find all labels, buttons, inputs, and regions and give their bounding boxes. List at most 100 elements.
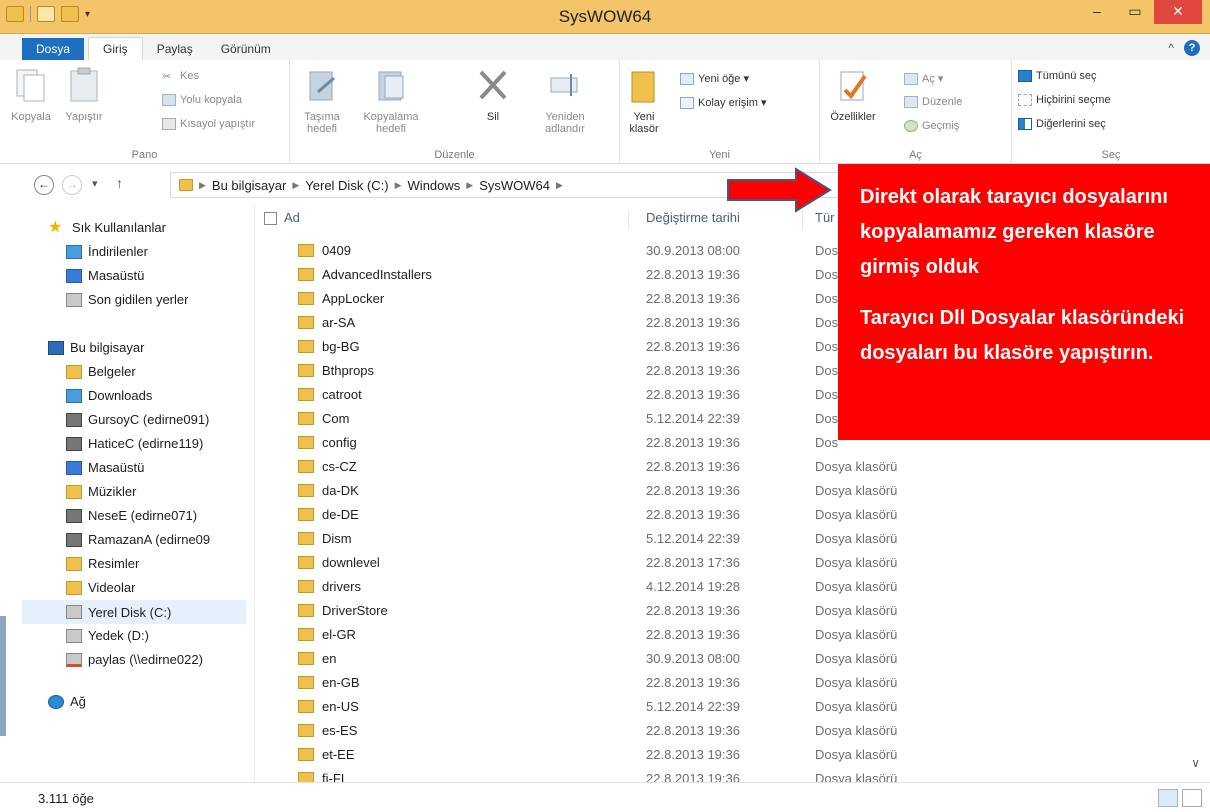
breadcrumb-item[interactable]: Bu bilgisayar: [212, 178, 286, 193]
file-date: 22.8.2013 19:36: [646, 315, 740, 330]
nav-item-music[interactable]: Müzikler: [66, 484, 136, 499]
nav-item-share-drive[interactable]: paylas (\\edirne022): [66, 652, 203, 667]
nav-network[interactable]: Ağ: [48, 694, 86, 709]
nav-item-downloads[interactable]: İndirilenler: [66, 244, 148, 259]
collapse-ribbon-icon[interactable]: ^: [1168, 41, 1174, 55]
navigation-pane: ★ Sık Kullanılanlar İndirilenler Masaüstü…: [0, 204, 255, 782]
easy-access-button[interactable]: Kolay erişim ▾: [680, 96, 766, 109]
table-row[interactable]: et-EE 22.8.2013 19:36 Dosya klasörü: [256, 744, 1210, 767]
forward-button[interactable]: →: [62, 175, 82, 195]
breadcrumb-item[interactable]: Yerel Disk (C:): [305, 178, 388, 193]
table-row[interactable]: en-US 5.12.2014 22:39 Dosya klasörü: [256, 696, 1210, 719]
file-name: AdvancedInstallers: [322, 267, 432, 282]
folder-icon: [298, 532, 314, 545]
file-name: es-ES: [322, 723, 358, 738]
select-all-checkbox[interactable]: [264, 212, 277, 225]
history-button[interactable]: Geçmiş: [904, 120, 959, 132]
cut-button[interactable]: ✂ Kes: [162, 70, 199, 83]
table-row[interactable]: cs-CZ 22.8.2013 19:36 Dosya klasörü: [256, 456, 1210, 479]
copy-button[interactable]: Kopyala: [6, 66, 56, 123]
file-type: Dos: [815, 291, 839, 306]
tab-file[interactable]: Dosya: [22, 38, 85, 60]
table-row[interactable]: de-DE 22.8.2013 19:36 Dosya klasörü: [256, 504, 1210, 527]
tab-view[interactable]: Görünüm: [207, 38, 285, 60]
file-date: 22.8.2013 19:36: [646, 435, 740, 450]
breadcrumb-item[interactable]: Windows: [408, 178, 461, 193]
column-header-name[interactable]: Ad: [284, 210, 300, 225]
invert-selection-button[interactable]: Diğerlerini seç: [1018, 118, 1106, 130]
move-to-button[interactable]: Taşıma hedefi: [294, 66, 350, 135]
minimize-button[interactable]: –: [1078, 0, 1116, 24]
recent-places-icon: [66, 292, 82, 307]
help-icon[interactable]: ?: [1184, 40, 1200, 56]
large-icons-view-icon[interactable]: [1182, 789, 1202, 807]
table-row[interactable]: el-GR 22.8.2013 19:36 Dosya klasörü: [256, 624, 1210, 647]
scroll-down-icon[interactable]: ∨: [1191, 756, 1200, 770]
close-button[interactable]: ✕: [1154, 0, 1202, 24]
file-name: de-DE: [322, 507, 359, 522]
copy-path-button[interactable]: Yolu kopyala: [162, 94, 242, 106]
copy-to-button[interactable]: Kopyalama hedefi: [360, 66, 422, 135]
table-row[interactable]: es-ES 22.8.2013 19:36 Dosya klasörü: [256, 720, 1210, 743]
nav-item-videos[interactable]: Videolar: [66, 580, 135, 595]
tab-home[interactable]: Giriş: [88, 37, 143, 60]
recent-locations-icon[interactable]: ▾: [92, 177, 98, 190]
group-label-clipboard: Pano: [131, 149, 158, 161]
properties-button[interactable]: Özellikler: [824, 66, 882, 123]
group-label-organize: Düzenle: [434, 149, 475, 161]
details-view-icon[interactable]: [1158, 789, 1178, 807]
file-name: cs-CZ: [322, 459, 357, 474]
edit-icon: [904, 96, 918, 108]
nav-item-documents[interactable]: Belgeler: [66, 364, 136, 379]
nav-item-desktop-pc[interactable]: Masaüstü: [66, 460, 144, 475]
delete-button[interactable]: Sil: [470, 66, 516, 123]
nav-item-network-drive[interactable]: HaticeC (edirne119): [66, 436, 203, 451]
column-divider[interactable]: [628, 210, 629, 230]
table-row[interactable]: Dism 5.12.2014 22:39 Dosya klasörü: [256, 528, 1210, 551]
paste-shortcut-button[interactable]: Kısayol yapıştır: [162, 118, 255, 130]
table-row[interactable]: downlevel 22.8.2013 17:36 Dosya klasörü: [256, 552, 1210, 575]
file-date: 4.12.2014 19:28: [646, 579, 740, 594]
hard-drive-icon: [66, 628, 82, 643]
network-drive-icon: [66, 412, 82, 427]
nav-item-recent[interactable]: Son gidilen yerler: [66, 292, 188, 307]
tab-share[interactable]: Paylaş: [143, 38, 207, 60]
table-row[interactable]: da-DK 22.8.2013 19:36 Dosya klasörü: [256, 480, 1210, 503]
nav-item-pictures[interactable]: Resimler: [66, 556, 139, 571]
table-row[interactable]: en-GB 22.8.2013 19:36 Dosya klasörü: [256, 672, 1210, 695]
nav-item-network-drive[interactable]: GursoyC (edirne091): [66, 412, 209, 427]
nav-item-network-drive[interactable]: NeseE (edirne071): [66, 508, 197, 523]
nav-item-local-disk[interactable]: Yerel Disk (C:): [22, 600, 246, 624]
rename-button[interactable]: Yeniden adlandır: [530, 66, 600, 135]
nav-item-network-drive[interactable]: RamazanA (edirne09: [66, 532, 210, 547]
paste-button[interactable]: Yapıştır: [56, 66, 112, 123]
new-folder-button[interactable]: Yeni klasör: [624, 66, 664, 135]
up-button[interactable]: ↑: [116, 175, 123, 191]
maximize-button[interactable]: ▭: [1116, 0, 1154, 24]
file-name: en: [322, 651, 337, 666]
nav-item-desktop[interactable]: Masaüstü: [66, 268, 144, 283]
folder-icon: [298, 700, 314, 713]
group-label-select: Seç: [1101, 149, 1121, 161]
new-item-button[interactable]: Yeni öğe ▾: [680, 72, 749, 85]
open-button[interactable]: Aç ▾: [904, 72, 943, 85]
nav-item-backup-drive[interactable]: Yedek (D:): [66, 628, 149, 643]
select-none-button[interactable]: Hiçbirini seçme: [1018, 94, 1111, 106]
nav-item-downloads-pc[interactable]: Downloads: [66, 388, 152, 403]
file-name: AppLocker: [322, 291, 385, 306]
table-row[interactable]: DriverStore 22.8.2013 19:36 Dosya klasörü: [256, 600, 1210, 623]
back-button[interactable]: ←: [34, 175, 54, 195]
edit-button[interactable]: Düzenle: [904, 96, 962, 108]
desktop-icon: [66, 268, 82, 283]
file-type: Dos: [815, 315, 839, 330]
folder-icon: [298, 364, 314, 377]
nav-this-pc[interactable]: Bu bilgisayar: [48, 340, 144, 355]
file-name: en-US: [322, 699, 359, 714]
table-row[interactable]: en 30.9.2013 08:00 Dosya klasörü: [256, 648, 1210, 671]
folder-icon: [298, 604, 314, 617]
file-date: 5.12.2014 22:39: [646, 531, 740, 546]
table-row[interactable]: drivers 4.12.2014 19:28 Dosya klasörü: [256, 576, 1210, 599]
breadcrumb-item[interactable]: SysWOW64: [479, 178, 550, 193]
nav-favorites[interactable]: ★ Sık Kullanılanlar: [48, 219, 166, 235]
select-all-button[interactable]: Tümünü seç: [1018, 70, 1097, 82]
